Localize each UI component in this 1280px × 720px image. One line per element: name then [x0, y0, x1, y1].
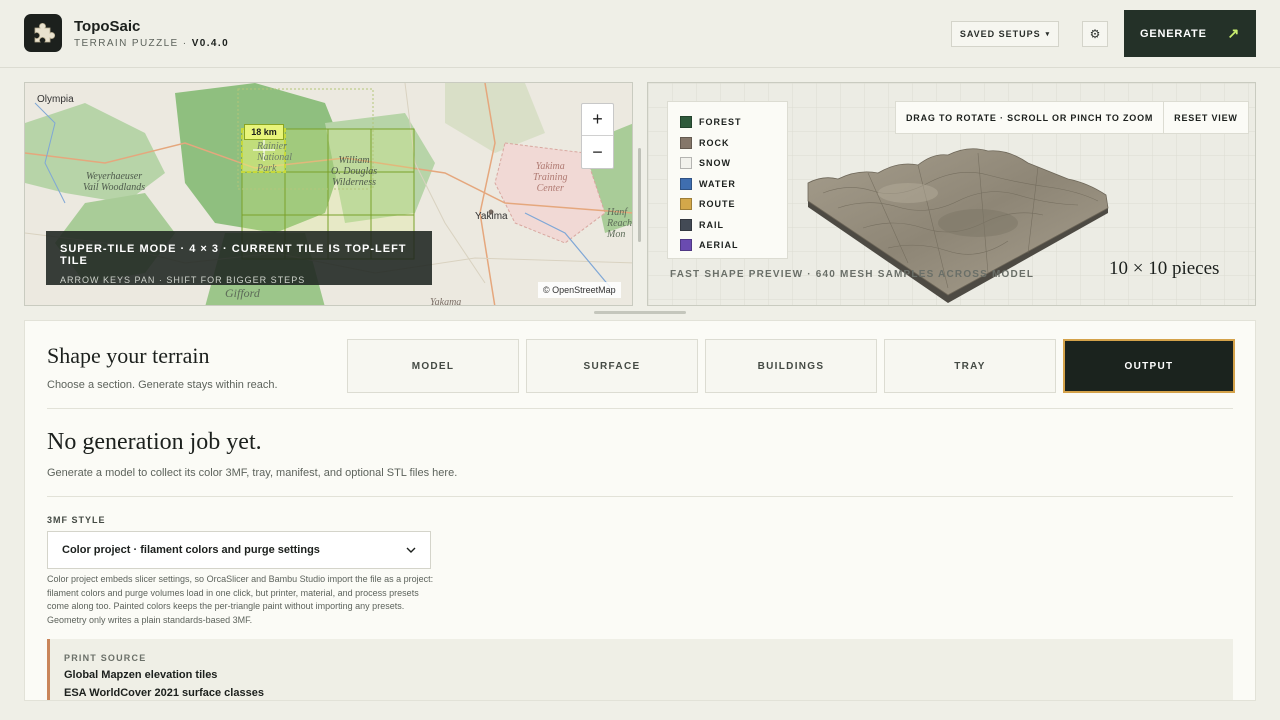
chevron-down-icon: ▾ [1045, 31, 1051, 38]
gear-icon: ⚙ [1089, 27, 1101, 41]
legend-item-snow: SNOW [680, 153, 775, 174]
legend-swatch-snow [680, 157, 692, 170]
panel-scrollbar[interactable] [638, 148, 641, 242]
mode-title: SUPER-TILE MODE · 4 × 3 · CURRENT TILE I… [60, 243, 407, 267]
map-label-yakima-training: Yakima Training Center [533, 161, 568, 194]
print-source-box: PRINT SOURCE Global Mapzen elevation til… [47, 639, 1233, 700]
chevron-down-icon [406, 547, 416, 553]
legend-item-rock: ROCK [680, 133, 775, 154]
section-tabs: MODEL SURFACE BUILDINGS TRAY OUTPUT [347, 339, 1235, 393]
app-subtitle: TERRAIN PUZZLE · V0.4.0 [74, 38, 230, 49]
map-label-yakima: Yakima [475, 211, 508, 222]
map-label-william-douglas: William O. Douglas Wilderness [331, 155, 378, 188]
reset-view-button[interactable]: RESET VIEW [1164, 102, 1248, 133]
legend-swatch-water [680, 177, 692, 190]
map-label-yakama: Yakama [430, 297, 462, 306]
app-version: V0.4.0 [191, 38, 230, 49]
view-controls: DRAG TO ROTATE · SCROLL OR PINCH TO ZOOM… [895, 101, 1249, 134]
saved-setups-button[interactable]: SAVED SETUPS ▾ [951, 21, 1059, 47]
map-label-olympia: Olympia [37, 94, 74, 105]
preview-note: FAST SHAPE PREVIEW · 640 MESH SAMPLES AC… [670, 269, 1035, 280]
app-logo [24, 14, 62, 52]
legend-item-water: WATER [680, 174, 775, 195]
legend-item-aerial: AERIAL [680, 235, 775, 256]
map-label-gifford: Gifford [225, 286, 260, 300]
generate-button[interactable]: GENERATE ↗ [1124, 10, 1256, 57]
output-subheading: Generate a model to collect its color 3M… [47, 467, 458, 479]
legend-item-route: ROUTE [680, 194, 775, 215]
tile-scale-label: 18 km [244, 124, 284, 140]
section-subtitle: Choose a section. Generate stays within … [47, 379, 278, 391]
map-panel[interactable]: Olympia Weyerhaeuser Vail Woodlands Rain… [24, 82, 633, 306]
divider [47, 496, 1233, 497]
print-source-label: PRINT SOURCE [64, 653, 147, 663]
tab-output[interactable]: OUTPUT [1063, 339, 1235, 393]
output-heading: No generation job yet. [47, 429, 262, 455]
tab-model[interactable]: MODEL [347, 339, 519, 393]
divider [47, 408, 1233, 409]
3mf-style-label: 3MF STYLE [47, 515, 106, 525]
preview-panel[interactable]: FOREST ROCK SNOW WATER ROUTE RAIL AERIAL… [647, 82, 1256, 306]
3mf-style-select[interactable]: Color project · filament colors and purg… [47, 531, 431, 569]
zoom-control: + − [581, 103, 614, 169]
mode-hint: ARROW KEYS PAN · SHIFT FOR BIGGER STEPS [60, 275, 306, 285]
view-hint: DRAG TO ROTATE · SCROLL OR PINCH TO ZOOM [896, 102, 1165, 133]
section-title: Shape your terrain [47, 343, 210, 368]
surface-legend: FOREST ROCK SNOW WATER ROUTE RAIL AERIAL [667, 101, 788, 259]
tab-buildings[interactable]: BUILDINGS [705, 339, 877, 393]
app-name: TopoSaic [74, 18, 141, 35]
map-attribution[interactable]: © OpenStreetMap [538, 282, 621, 298]
print-source-item: ESA WorldCover 2021 surface classes [64, 687, 264, 699]
map-label-rainier: Rainier National Park [257, 141, 293, 174]
legend-item-rail: RAIL [680, 215, 775, 236]
tab-surface[interactable]: SURFACE [526, 339, 698, 393]
print-source-item: Global Mapzen elevation tiles [64, 669, 218, 681]
3mf-style-description: Color project embeds slicer settings, so… [47, 574, 434, 625]
settings-panel: Shape your terrain Choose a section. Gen… [24, 320, 1256, 701]
legend-swatch-rock [680, 136, 692, 149]
app-header: TopoSaic TERRAIN PUZZLE · V0.4.0 SAVED S… [0, 0, 1280, 68]
super-tile-mode-banner: SUPER-TILE MODE · 4 × 3 · CURRENT TILE I… [46, 231, 432, 285]
legend-swatch-aerial [680, 239, 692, 252]
zoom-in-button[interactable]: + [582, 104, 613, 136]
legend-swatch-rail [680, 218, 692, 231]
puzzle-piece-icon [34, 23, 55, 43]
tab-tray[interactable]: TRAY [884, 339, 1056, 393]
map-label-hanford: Hanf Reach N Mon [607, 207, 632, 240]
resize-handle[interactable] [594, 311, 686, 314]
zoom-out-button[interactable]: − [582, 136, 613, 168]
legend-swatch-route [680, 198, 692, 211]
settings-button[interactable]: ⚙ [1082, 21, 1108, 47]
legend-swatch-forest [680, 116, 692, 129]
legend-item-forest: FOREST [680, 112, 775, 133]
arrow-up-right-icon: ↗ [1227, 25, 1240, 41]
pieces-count: 10 × 10 pieces [1109, 258, 1220, 279]
map-label-weyerhaeuser: Weyerhaeuser Vail Woodlands [83, 171, 146, 193]
